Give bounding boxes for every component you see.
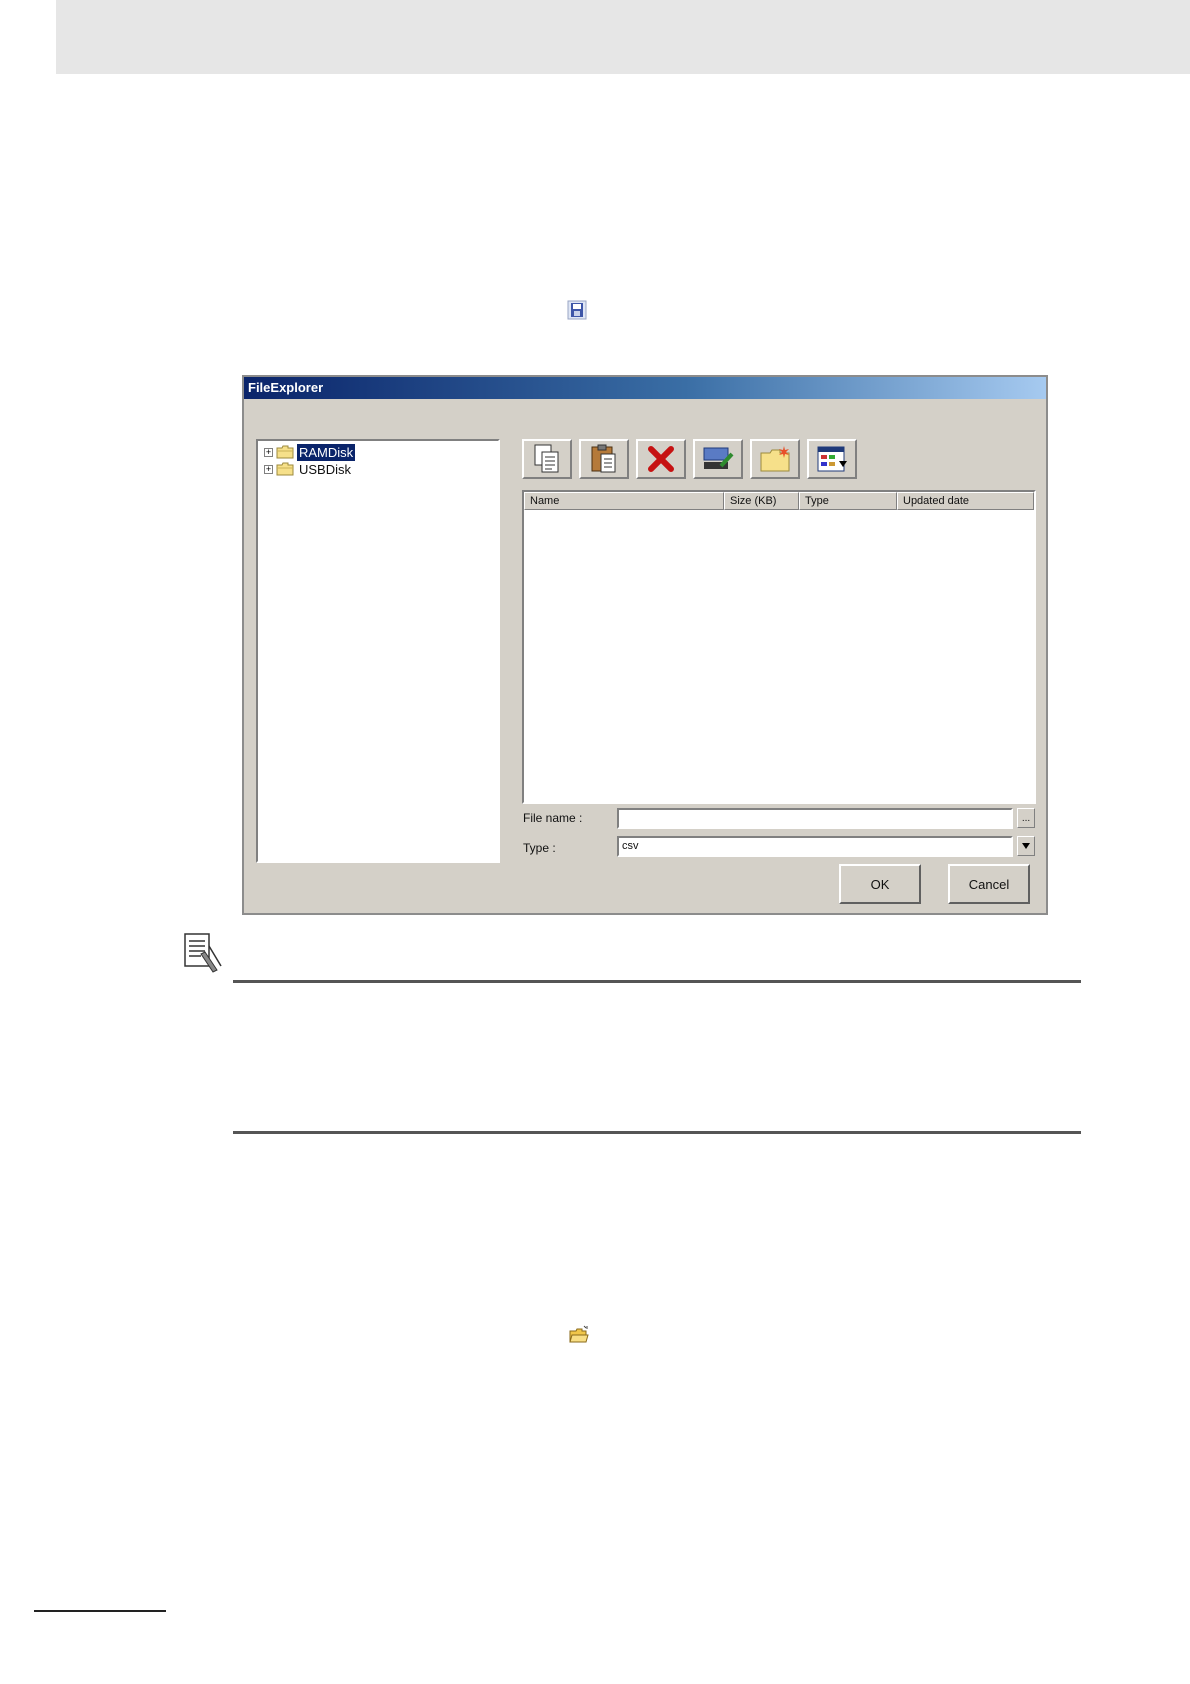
dialog-title: FileExplorer bbox=[248, 380, 324, 395]
copy-icon bbox=[534, 444, 559, 473]
type-select[interactable]: csv bbox=[617, 836, 1013, 857]
note-divider-top bbox=[233, 980, 1081, 983]
view-menu-button[interactable] bbox=[807, 439, 857, 479]
new-folder-icon bbox=[760, 446, 790, 472]
folder-icon bbox=[276, 462, 294, 476]
folder-icon bbox=[276, 445, 294, 459]
browse-button[interactable]: ... bbox=[1017, 808, 1035, 828]
rename-icon bbox=[703, 447, 734, 469]
tree-item-ramdisk[interactable]: + RAMDisk bbox=[264, 443, 356, 461]
cancel-button[interactable]: Cancel bbox=[948, 864, 1030, 904]
copy-button[interactable] bbox=[522, 439, 572, 479]
delete-button[interactable] bbox=[636, 439, 686, 479]
delete-icon bbox=[648, 446, 674, 472]
open-folder-icon bbox=[569, 1325, 589, 1343]
rename-button[interactable] bbox=[693, 439, 743, 479]
view-icon bbox=[817, 446, 847, 472]
dialog-title-bar[interactable]: FileExplorer bbox=[244, 377, 1046, 399]
file-explorer-dialog: FileExplorer + RAMDisk + USBDisk Name Si… bbox=[242, 375, 1048, 915]
column-header-size[interactable]: Size (KB) bbox=[724, 492, 799, 510]
tree-item-label: USBDisk bbox=[299, 461, 352, 477]
expand-icon[interactable]: + bbox=[264, 447, 273, 457]
ok-button[interactable]: OK bbox=[839, 864, 921, 904]
type-dropdown-button[interactable] bbox=[1017, 836, 1035, 856]
expand-icon[interactable]: + bbox=[264, 464, 273, 474]
additional-information-icon bbox=[184, 933, 222, 973]
column-header-name[interactable]: Name bbox=[524, 492, 724, 510]
tree-item-label: RAMDisk bbox=[297, 443, 356, 461]
paste-icon bbox=[591, 444, 616, 473]
file-name-input[interactable] bbox=[617, 808, 1013, 829]
file-name-label: File name : bbox=[523, 811, 583, 825]
paste-button[interactable] bbox=[579, 439, 629, 479]
chevron-down-icon bbox=[1022, 843, 1030, 849]
type-label: Type : bbox=[523, 841, 556, 855]
page-header-bar bbox=[56, 0, 1190, 74]
folder-tree[interactable]: + RAMDisk + USBDisk bbox=[256, 439, 500, 863]
tree-item-usbdisk[interactable]: + USBDisk bbox=[264, 460, 353, 478]
save-icon bbox=[567, 300, 587, 320]
file-list-header: Name Size (KB) Type Updated date bbox=[524, 492, 1034, 510]
file-list[interactable]: Name Size (KB) Type Updated date bbox=[522, 490, 1036, 804]
note-divider-bottom bbox=[233, 1131, 1081, 1134]
footer-rule bbox=[34, 1610, 166, 1612]
column-header-updated-date[interactable]: Updated date bbox=[897, 492, 1034, 510]
new-folder-button[interactable] bbox=[750, 439, 800, 479]
column-header-type[interactable]: Type bbox=[799, 492, 897, 510]
